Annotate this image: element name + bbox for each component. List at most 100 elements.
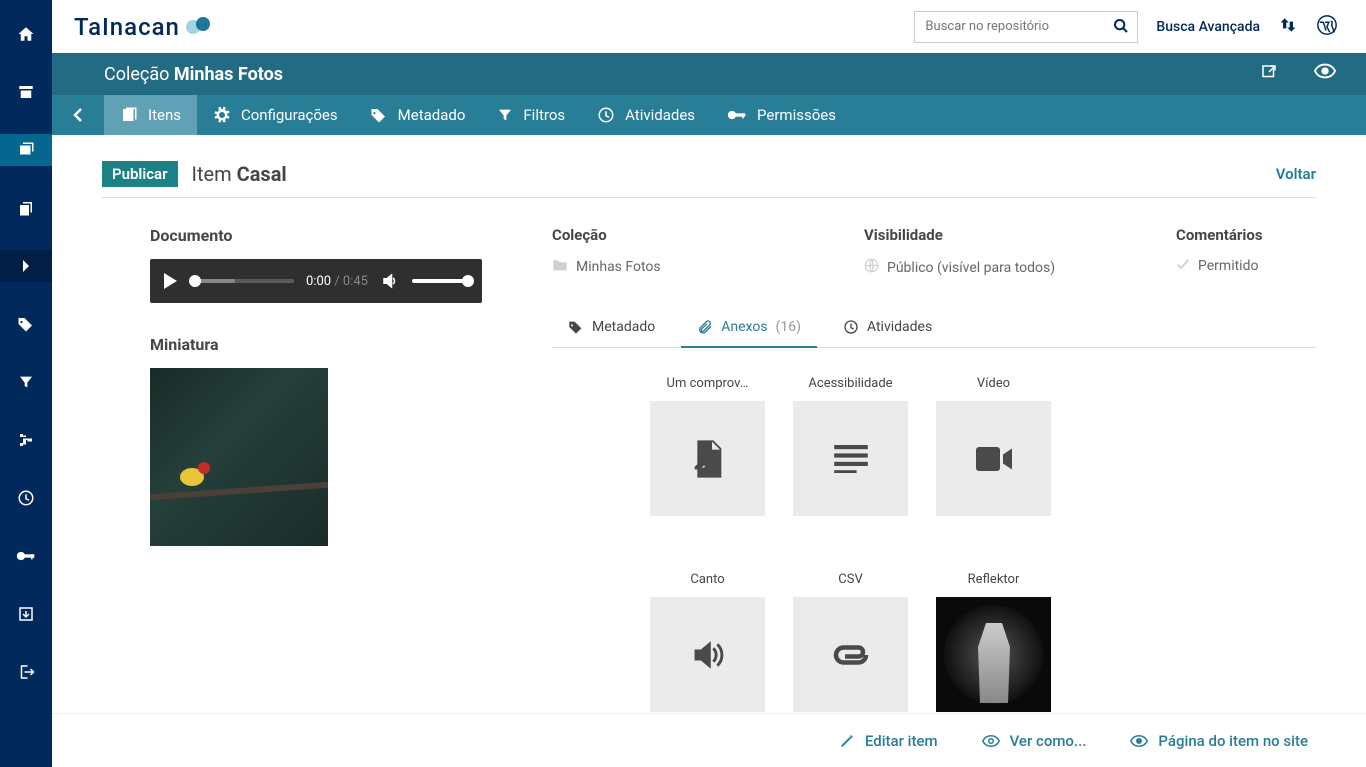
swap-icon[interactable] xyxy=(1278,15,1298,39)
sidebar-tree[interactable] xyxy=(0,424,52,456)
subtab-anexos-count: (16) xyxy=(776,319,801,335)
main: Publicar Item Casal Voltar Documento xyxy=(52,135,1366,767)
volume-slider[interactable] xyxy=(412,279,468,283)
track-thumb[interactable] xyxy=(189,275,201,287)
attachment-icon xyxy=(833,644,869,666)
logo[interactable]: TaInacan xyxy=(74,13,214,41)
tab-metadado[interactable]: Metadado xyxy=(354,95,482,135)
item-header: Publicar Item Casal Voltar xyxy=(102,161,1316,198)
tab-permissoes-label: Permissões xyxy=(757,106,836,124)
text-lines-icon xyxy=(834,445,868,473)
sidebar-copy[interactable] xyxy=(0,192,52,224)
action-sitepage-label: Página do item no site xyxy=(1158,732,1308,750)
check-icon xyxy=(1176,258,1190,274)
subtab-anexos[interactable]: Anexos (16) xyxy=(681,309,817,347)
columns: Documento 0:00 / 0:45 Miniatura xyxy=(102,226,1316,712)
action-edit-label: Editar item xyxy=(865,732,938,750)
home-icon xyxy=(16,25,36,43)
open-external-icon[interactable] xyxy=(1260,63,1278,85)
audio-icon xyxy=(690,639,726,671)
tab-atividades[interactable]: Atividades xyxy=(581,95,711,135)
doc-heading: Documento xyxy=(150,226,482,245)
filter-icon xyxy=(497,107,513,123)
attachment-item[interactable]: Canto xyxy=(650,572,765,712)
content: Publicar Item Casal Voltar Documento xyxy=(52,135,1366,767)
audio-player: 0:00 / 0:45 xyxy=(150,259,482,303)
info-colecao-text: Minhas Fotos xyxy=(576,259,661,275)
play-button[interactable] xyxy=(164,273,177,289)
attachment-item[interactable]: Um comprov… xyxy=(650,376,765,516)
volume-icon[interactable] xyxy=(380,272,400,290)
pencil-icon xyxy=(839,733,855,749)
video-icon xyxy=(976,447,1012,471)
sidebar-logout[interactable] xyxy=(0,656,52,688)
collection-actions xyxy=(1260,63,1336,85)
wordpress-icon[interactable] xyxy=(1316,14,1338,40)
sidebar-activity[interactable] xyxy=(0,482,52,514)
tabs-back[interactable] xyxy=(52,95,104,135)
pdf-icon xyxy=(692,440,724,478)
paperclip-icon xyxy=(697,319,713,335)
attachment-thumb xyxy=(650,401,765,516)
sub-tabs: Metadado Anexos (16) Atividades xyxy=(552,309,1316,348)
info-com-text: Permitido xyxy=(1198,258,1258,274)
tag-icon xyxy=(370,106,388,124)
globe-icon xyxy=(864,258,879,277)
sidebar-expand[interactable] xyxy=(0,250,52,282)
attachment-item[interactable]: Vídeo xyxy=(936,376,1051,516)
primary-sidebar xyxy=(0,0,52,767)
tab-itens[interactable]: Itens xyxy=(104,95,197,135)
subtab-metadado[interactable]: Metadado xyxy=(552,309,671,347)
search-icon[interactable] xyxy=(1113,18,1129,38)
action-sitepage[interactable]: Página do item no site xyxy=(1130,732,1308,750)
sidebar-key[interactable] xyxy=(0,540,52,572)
item-title-name: Casal xyxy=(237,162,287,186)
attachment-image xyxy=(936,597,1051,712)
attachment-item[interactable]: CSV xyxy=(793,572,908,712)
attachment-thumb xyxy=(650,597,765,712)
action-edit[interactable]: Editar item xyxy=(839,732,938,750)
advanced-search-link[interactable]: Busca Avançada xyxy=(1156,19,1260,35)
right-column: Coleção Minhas Fotos Visibilidade Públic… xyxy=(542,226,1316,712)
sidebar-tags[interactable] xyxy=(0,308,52,340)
tab-permissoes[interactable]: Permissões xyxy=(711,95,852,135)
sidebar-archive[interactable] xyxy=(0,76,52,108)
attachment-label: CSV xyxy=(838,572,862,587)
sidebar-collections[interactable] xyxy=(0,134,52,166)
attachments-grid: Um comprov… Acessibilidade Vídeo Canto xyxy=(552,376,1316,712)
action-viewas[interactable]: Ver como... xyxy=(982,732,1087,750)
eye-icon xyxy=(1130,734,1148,748)
attachment-label: Acessibilidade xyxy=(808,376,892,391)
attachment-label: Vídeo xyxy=(977,376,1010,391)
info-vis-text: Público (visível para todos) xyxy=(887,260,1055,276)
info-colecao-h: Coleção xyxy=(552,226,824,244)
tab-itens-label: Itens xyxy=(148,106,181,124)
attachment-thumb xyxy=(936,401,1051,516)
sidebar-home[interactable] xyxy=(0,18,52,50)
audio-track[interactable] xyxy=(189,279,294,283)
attachment-item[interactable]: Reflektor xyxy=(936,572,1051,712)
eye-icon[interactable] xyxy=(1314,63,1336,85)
tab-config[interactable]: Configurações xyxy=(197,95,354,135)
info-visibilidade: Visibilidade Público (visível para todos… xyxy=(864,226,1136,277)
activity-icon xyxy=(17,489,35,507)
tab-filtros[interactable]: Filtros xyxy=(481,95,581,135)
import-icon xyxy=(17,605,35,623)
sidebar-filter[interactable] xyxy=(0,366,52,398)
subtab-metadado-label: Metadado xyxy=(592,319,655,335)
left-column: Documento 0:00 / 0:45 Miniatura xyxy=(102,226,482,712)
logo-text: TaInacan xyxy=(74,13,180,41)
collection-title: Coleção Minhas Fotos xyxy=(104,64,283,85)
thumbnail-image[interactable] xyxy=(150,368,328,546)
back-link[interactable]: Voltar xyxy=(1276,165,1316,183)
sidebar-import[interactable] xyxy=(0,598,52,630)
tab-atividades-label: Atividades xyxy=(625,106,695,124)
attachment-thumb xyxy=(793,401,908,516)
tags-icon xyxy=(16,315,36,333)
subtab-atividades[interactable]: Atividades xyxy=(827,309,948,347)
search-input[interactable] xyxy=(915,12,1137,42)
info-vis-h: Visibilidade xyxy=(864,226,1136,244)
attachment-item[interactable]: Acessibilidade xyxy=(793,376,908,516)
tabs-bar: Itens Configurações Metadado Filtros Ati… xyxy=(52,95,1366,135)
audio-time: 0:00 / 0:45 xyxy=(306,274,368,289)
